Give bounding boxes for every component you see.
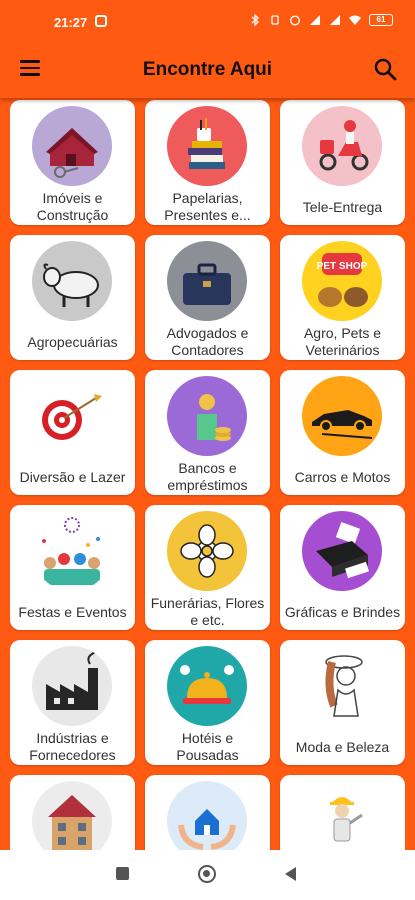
category-card-funerarias[interactable]: Funerárias, Flores e etc.: [145, 505, 270, 630]
hotel-bell-icon: [167, 646, 247, 726]
category-label: Advogados e Contadores: [166, 325, 249, 358]
category-card-advogados[interactable]: Advogados e Contadores: [145, 235, 270, 360]
category-card-moda[interactable]: Moda e Beleza: [280, 640, 405, 765]
status-time: 21:27: [54, 15, 88, 30]
status-icons: 61: [249, 14, 393, 26]
category-card-papelarias[interactable]: Papelarias, Presentes e...: [145, 100, 270, 225]
category-label: Hotéis e Pousadas: [176, 730, 239, 763]
category-label: Moda e Beleza: [295, 738, 390, 755]
category-card-imoveis[interactable]: Imóveis e Construção: [10, 100, 135, 225]
category-card-tele-entrega[interactable]: Tele-Entrega: [280, 100, 405, 225]
building-icon: [32, 781, 112, 850]
page-title: Encontre Aqui: [142, 59, 273, 80]
party-crowd-icon: [32, 511, 112, 591]
category-card-carros[interactable]: Carros e Motos: [280, 370, 405, 495]
category-label: Imóveis e Construção: [36, 190, 109, 223]
category-label: Papelarias, Presentes e...: [164, 190, 251, 223]
worker-icon: [302, 781, 382, 850]
fashion-woman-icon: [302, 646, 382, 726]
notification-icon: [95, 15, 107, 27]
search-button[interactable]: [373, 57, 397, 81]
category-label: Gráficas e Brindes: [284, 603, 401, 620]
briefcase-icon: [167, 241, 247, 321]
category-label: Festas e Eventos: [18, 603, 127, 620]
coins-money-icon: [167, 376, 247, 456]
books-stack-icon: [167, 106, 247, 186]
printer-icon: [302, 511, 382, 591]
bluetooth-icon: [251, 14, 259, 26]
category-label: Agro, Pets e Veterinários: [303, 325, 382, 358]
category-card-diversao[interactable]: Diversão e Lazer: [10, 370, 135, 495]
status-bar: 21:27 61: [0, 0, 415, 40]
category-label: Bancos e empréstimos: [167, 460, 248, 493]
pet-shop-icon: PET SHOP: [302, 241, 382, 321]
category-card-hoteis[interactable]: Hotéis e Pousadas: [145, 640, 270, 765]
category-label: Tele-Entrega: [302, 198, 383, 215]
category-label: Indústrias e Fornecedores: [29, 730, 116, 763]
alarm-icon: [290, 15, 300, 26]
house-keys-icon: [32, 106, 112, 186]
category-card-worker[interactable]: [280, 775, 405, 850]
protected-home-icon: [167, 781, 247, 850]
battery-icon: 61: [369, 14, 393, 26]
flower-icon: [167, 511, 247, 591]
category-card-protected-home[interactable]: [145, 775, 270, 850]
signal-icon: [310, 15, 320, 25]
delivery-scooter-icon: [302, 106, 382, 186]
system-nav-bar: [0, 850, 415, 900]
sports-car-icon: [302, 376, 382, 456]
category-grid: Imóveis e Construção Papelarias, Present…: [10, 100, 405, 850]
category-label: Agropecuárias: [27, 333, 118, 350]
app-bar: Encontre Aqui: [0, 40, 415, 98]
vibrate-icon: [271, 15, 279, 25]
category-card-bancos[interactable]: Bancos e empréstimos: [145, 370, 270, 495]
category-card-industrias[interactable]: Indústrias e Fornecedores: [10, 640, 135, 765]
back-button[interactable]: [285, 867, 296, 881]
category-card-graficas[interactable]: Gráficas e Brindes: [280, 505, 405, 630]
category-label: Diversão e Lazer: [19, 468, 126, 485]
category-label: Funerárias, Flores e etc.: [150, 595, 265, 628]
svg-text:PET SHOP: PET SHOP: [317, 261, 368, 272]
category-card-festas[interactable]: Festas e Eventos: [10, 505, 135, 630]
home-button[interactable]: [198, 865, 216, 883]
category-card-building[interactable]: [10, 775, 135, 850]
dartboard-icon: [32, 376, 112, 456]
category-card-agro-pets[interactable]: PET SHOP Agro, Pets e Veterinários: [280, 235, 405, 360]
ox-icon: [32, 241, 112, 321]
category-label: Carros e Motos: [294, 468, 391, 485]
category-card-agropecuarias[interactable]: Agropecuárias: [10, 235, 135, 360]
factory-icon: [32, 646, 112, 726]
wifi-icon: [349, 15, 361, 25]
recent-apps-button[interactable]: [116, 867, 129, 880]
search-icon: [374, 58, 397, 81]
signal-2-icon: [330, 15, 340, 25]
